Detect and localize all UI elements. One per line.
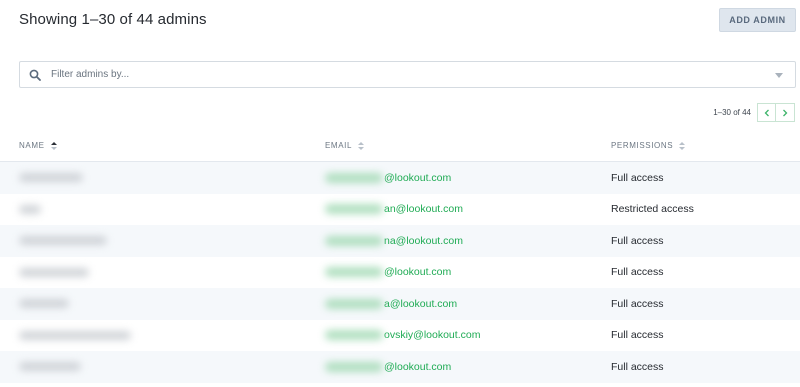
sort-icon (679, 141, 686, 150)
table-body: @lookout.com Full access an@lookout.com … (0, 162, 800, 383)
pagination: 1–30 of 44 (713, 103, 795, 122)
email-link[interactable]: na@lookout.com (384, 235, 463, 247)
column-header-email[interactable]: EMAIL (325, 141, 365, 150)
redacted-email (325, 204, 383, 215)
redacted-email (325, 330, 383, 341)
chevron-right-icon (783, 109, 788, 116)
redacted-email (325, 267, 383, 278)
permissions-cell: Full access (611, 234, 664, 247)
table-row[interactable]: @lookout.com Full access (0, 162, 800, 194)
redacted-name (19, 330, 131, 340)
redacted-name (19, 299, 69, 309)
permissions-cell: Restricted access (611, 203, 694, 216)
column-header-permissions[interactable]: PERMISSIONS (611, 141, 686, 150)
table-row[interactable]: an@lookout.com Restricted access (0, 194, 800, 226)
add-admin-button[interactable]: ADD ADMIN (719, 8, 796, 32)
redacted-name (19, 204, 41, 214)
prev-page-button[interactable] (757, 103, 776, 122)
email-link[interactable]: @lookout.com (384, 361, 451, 373)
permissions-cell: Full access (611, 360, 664, 373)
column-header-name[interactable]: NAME (19, 141, 57, 150)
email-link[interactable]: @lookout.com (384, 266, 451, 278)
filter-bar[interactable] (19, 61, 796, 88)
email-link[interactable]: a@lookout.com (384, 298, 457, 310)
pagination-count: 1–30 of 44 (713, 108, 751, 117)
redacted-name (19, 267, 89, 277)
redacted-name (19, 173, 83, 183)
search-icon (27, 67, 43, 83)
permissions-cell: Full access (611, 171, 664, 184)
column-header-label: PERMISSIONS (611, 141, 674, 150)
email-link[interactable]: @lookout.com (384, 172, 451, 184)
redacted-email (325, 298, 383, 309)
permissions-cell: Full access (611, 297, 664, 310)
dropdown-caret-icon[interactable] (775, 73, 783, 78)
permissions-cell: Full access (611, 266, 664, 279)
redacted-name (19, 236, 107, 246)
redacted-email (325, 172, 383, 183)
table-row[interactable]: ovskiy@lookout.com Full access (0, 320, 800, 352)
redacted-email (325, 361, 383, 372)
next-page-button[interactable] (776, 103, 795, 122)
filter-input[interactable] (51, 69, 795, 80)
table-row[interactable]: na@lookout.com Full access (0, 225, 800, 257)
table-header: NAME EMAIL PERMISSIONS (0, 140, 800, 162)
column-header-label: EMAIL (325, 141, 353, 150)
email-link[interactable]: an@lookout.com (384, 203, 463, 215)
permissions-cell: Full access (611, 329, 664, 342)
redacted-email (325, 235, 383, 246)
page-title: Showing 1–30 of 44 admins (19, 11, 207, 28)
table-row[interactable]: a@lookout.com Full access (0, 288, 800, 320)
redacted-name (19, 362, 81, 372)
table-row[interactable]: @lookout.com Full access (0, 351, 800, 383)
column-header-label: NAME (19, 141, 45, 150)
sort-icon (50, 141, 57, 150)
sort-icon (358, 141, 365, 150)
email-link[interactable]: ovskiy@lookout.com (384, 329, 480, 341)
table-row[interactable]: @lookout.com Full access (0, 257, 800, 289)
chevron-left-icon (764, 109, 769, 116)
